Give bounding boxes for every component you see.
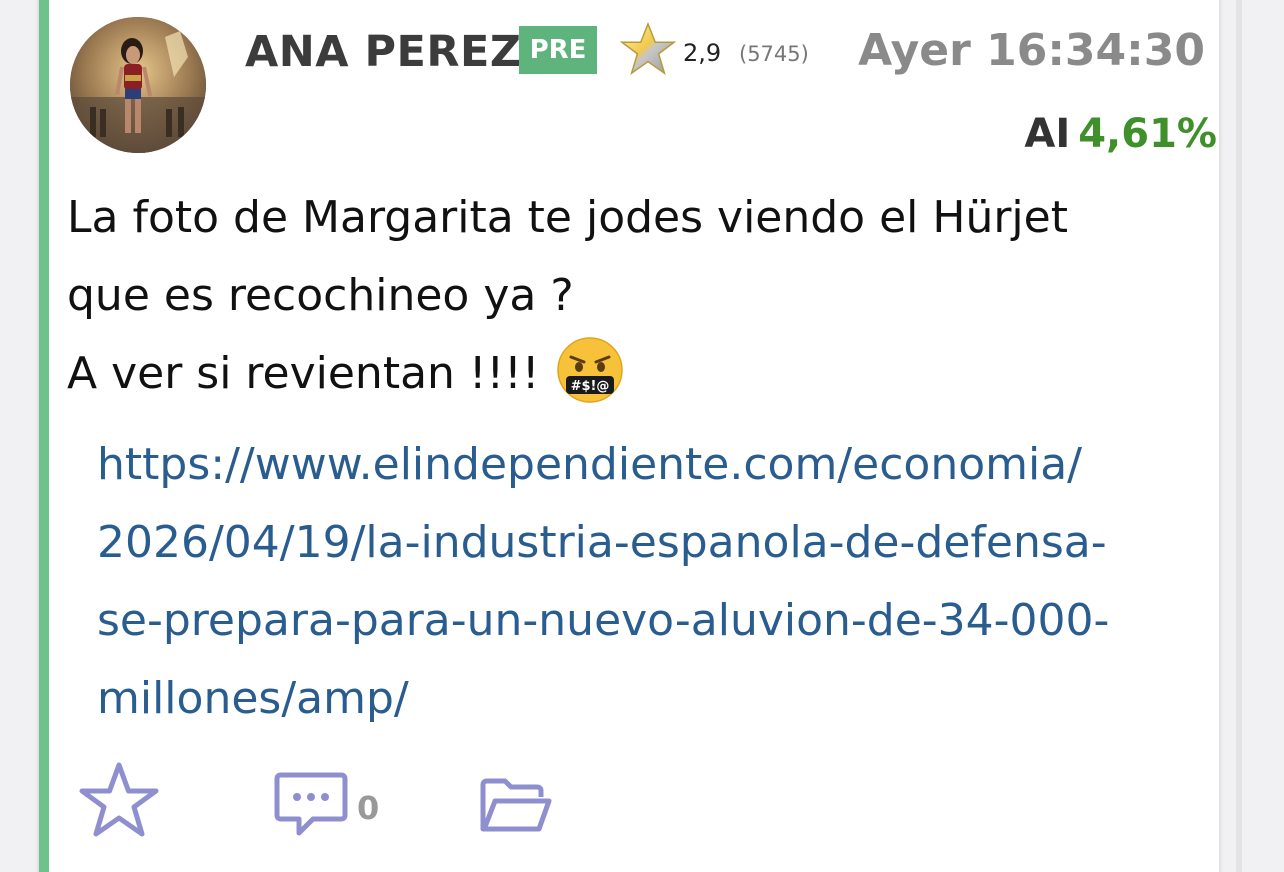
screen: ANA PEREZ PRE 2,9 (5745) Ayer 16:34:30 A… [0,0,1284,872]
author-name[interactable]: ANA PEREZ [245,27,522,77]
avatar[interactable] [70,17,206,153]
rating-value: 2,9 [683,39,722,67]
ai-indicator: AI 4,61% [1024,111,1217,157]
svg-text:#$!@: #$!@ [571,379,610,394]
link-line[interactable]: 2026/04/19/la-industria-espanola-de-defe… [97,504,1219,582]
ai-value: 4,61% [1078,111,1217,157]
post-card: ANA PEREZ PRE 2,9 (5745) Ayer 16:34:30 A… [38,0,1220,872]
link-line[interactable]: https://www.elindependiente.com/economia… [97,426,1219,504]
message-line-text: A ver si revientan !!!! [67,348,540,399]
favorite-star-icon[interactable] [79,761,159,839]
face-with-symbols-emoji: #$!@ [557,337,624,403]
star-rating-icon [619,21,677,76]
link-line[interactable]: se-prepara-para-un-nuevo-aluvion-de-34-0… [97,582,1219,660]
rating-count: (5745) [739,42,809,66]
message-line: La foto de Margarita te jodes viendo el … [67,192,1068,243]
post-actions: 0 [79,761,679,851]
avatar-image [70,17,206,153]
message-line: A ver si revientan !!!! #$!@ [67,335,1207,413]
folder-icon[interactable] [479,775,553,835]
ai-label: AI [1024,111,1071,157]
accent-bar [39,0,49,872]
comment-count: 0 [357,789,380,827]
message-line: que es recochineo ya ? [67,270,574,321]
post-link[interactable]: https://www.elindependiente.com/economia… [97,426,1219,738]
scrollbar[interactable] [1236,0,1242,872]
premium-badge: PRE [519,26,597,74]
post-timestamp: Ayer 16:34:30 [858,25,1205,76]
post-message: La foto de Margarita te jodes viendo el … [67,179,1207,413]
comment-icon[interactable] [273,771,349,839]
link-line[interactable]: millones/amp/ [97,660,1219,738]
